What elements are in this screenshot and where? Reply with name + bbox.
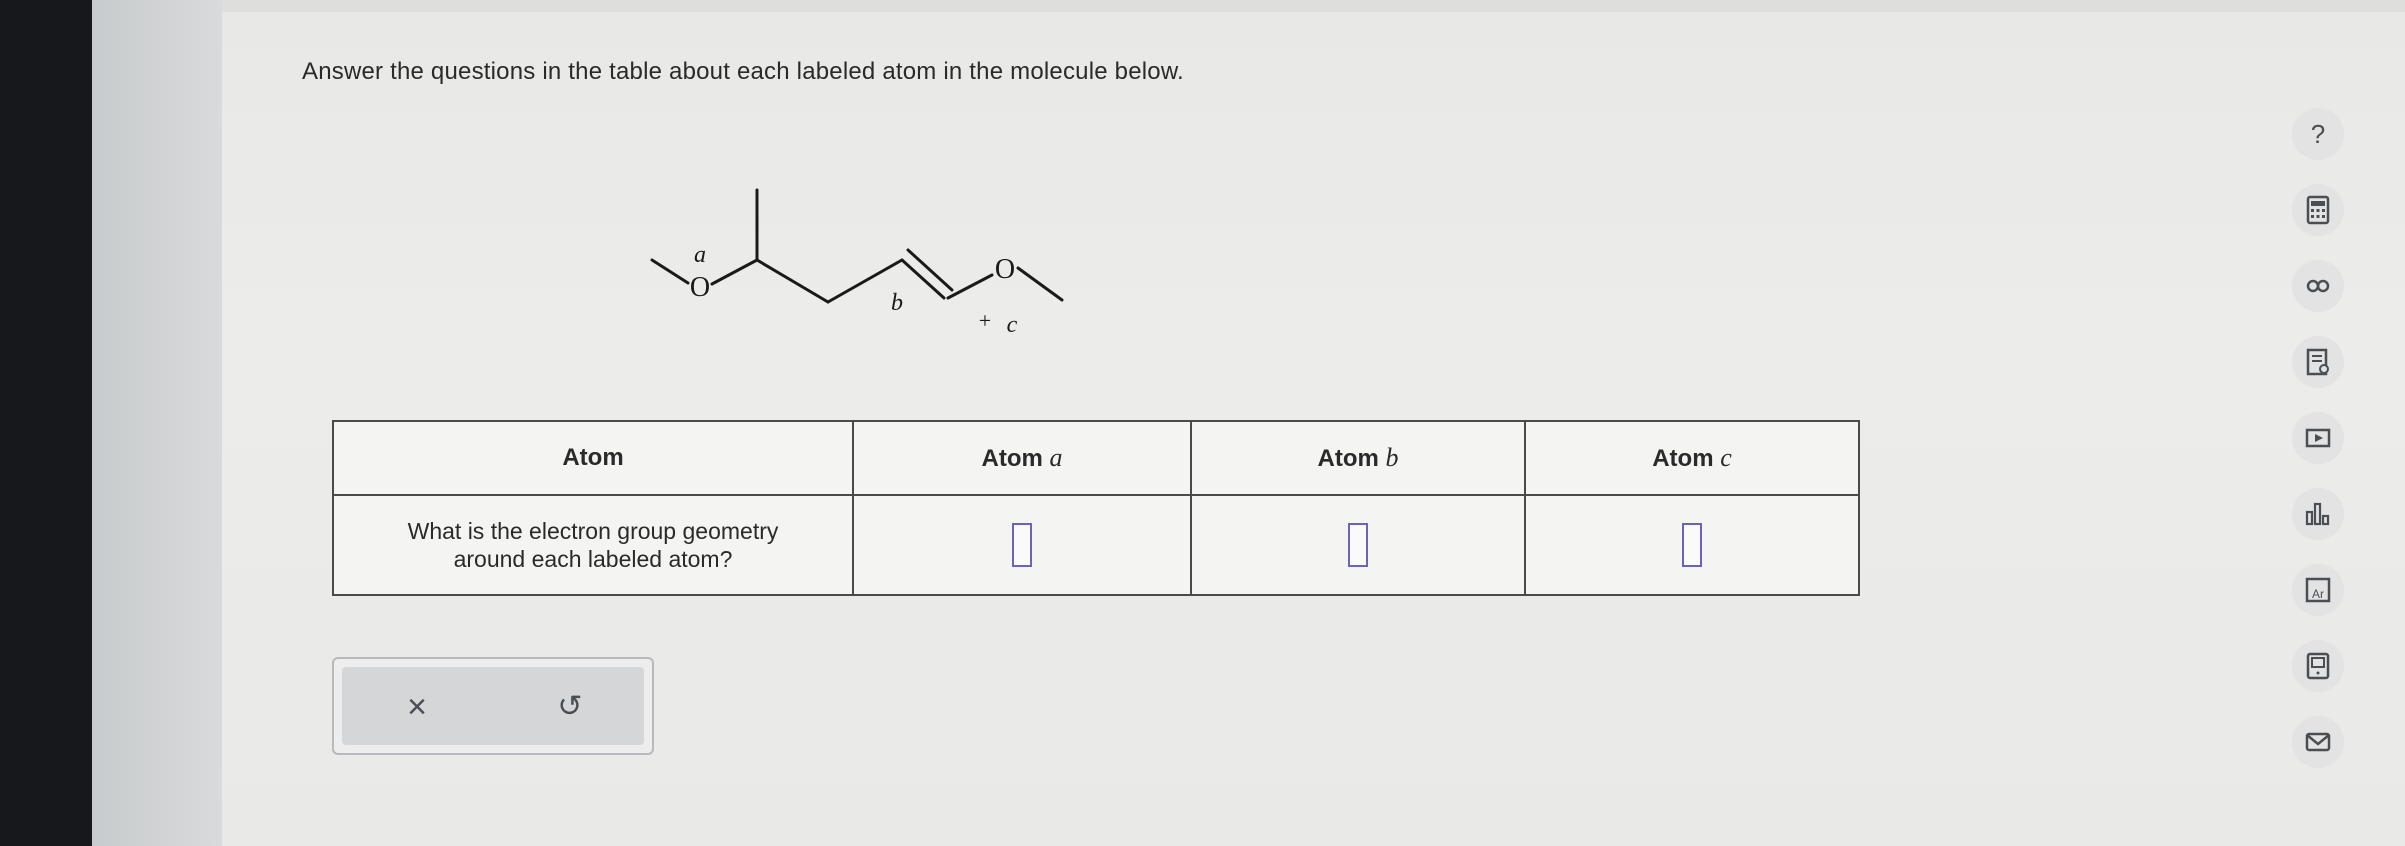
answer-input-c[interactable] (1682, 523, 1702, 567)
question-text: Answer the questions in the table about … (302, 58, 1184, 85)
label-b: b (891, 290, 903, 316)
bond-methyl-o (650, 258, 690, 285)
answer-cell-c[interactable] (1524, 494, 1860, 596)
oxygen-ether: O (995, 254, 1015, 285)
atom-question-table: Atom Atom a Atom b Atom c What is the el… (332, 420, 1860, 596)
header-atom: Atom (332, 420, 854, 496)
bond-o-methyl (1016, 266, 1064, 302)
actions-inner: × ↺ (342, 667, 644, 745)
svg-text:Ar: Ar (2312, 587, 2324, 601)
header-atom-c: Atom c (1524, 420, 1860, 496)
video-icon[interactable] (2292, 412, 2344, 464)
assignment-screen: Answer the questions in the table about … (222, 0, 2405, 846)
answer-actions-panel: × ↺ (332, 657, 654, 755)
clear-button[interactable]: × (397, 687, 437, 727)
molecule-structure: O a b + c O (650, 188, 1064, 338)
answer-cell-b[interactable] (1190, 494, 1526, 596)
help-icon[interactable]: ? (2292, 108, 2344, 160)
answer-cell-a[interactable] (852, 494, 1192, 596)
top-strip (222, 0, 2405, 12)
oxygen-a: O (690, 272, 710, 303)
bond-ch-ch2 (755, 258, 830, 304)
undo-button[interactable]: ↺ (550, 687, 590, 727)
periodic-table-icon[interactable]: Ar (2292, 564, 2344, 616)
table-row: What is the electron group geometry arou… (332, 494, 1860, 596)
link-icon[interactable] (2292, 260, 2344, 312)
label-c: c (1007, 312, 1018, 338)
header-atom-b: Atom b (1190, 420, 1526, 496)
bond-o-ch (710, 258, 759, 286)
calculator-icon[interactable] (2292, 184, 2344, 236)
label-a: a (694, 242, 706, 268)
charge-plus: + (979, 308, 991, 333)
monitor-bezel (0, 0, 92, 846)
screen-margin (92, 0, 222, 846)
question-cell: What is the electron group geometry arou… (332, 494, 854, 596)
chart-icon[interactable] (2292, 488, 2344, 540)
answer-input-a[interactable] (1012, 523, 1032, 567)
reference-icon[interactable] (2292, 336, 2344, 388)
ebook-icon[interactable] (2292, 640, 2344, 692)
mail-icon[interactable] (2292, 716, 2344, 768)
bond-c-o (946, 273, 994, 300)
answer-input-b[interactable] (1348, 523, 1368, 567)
table-header-row: Atom Atom a Atom b Atom c (332, 420, 1860, 496)
header-atom-a: Atom a (852, 420, 1192, 496)
